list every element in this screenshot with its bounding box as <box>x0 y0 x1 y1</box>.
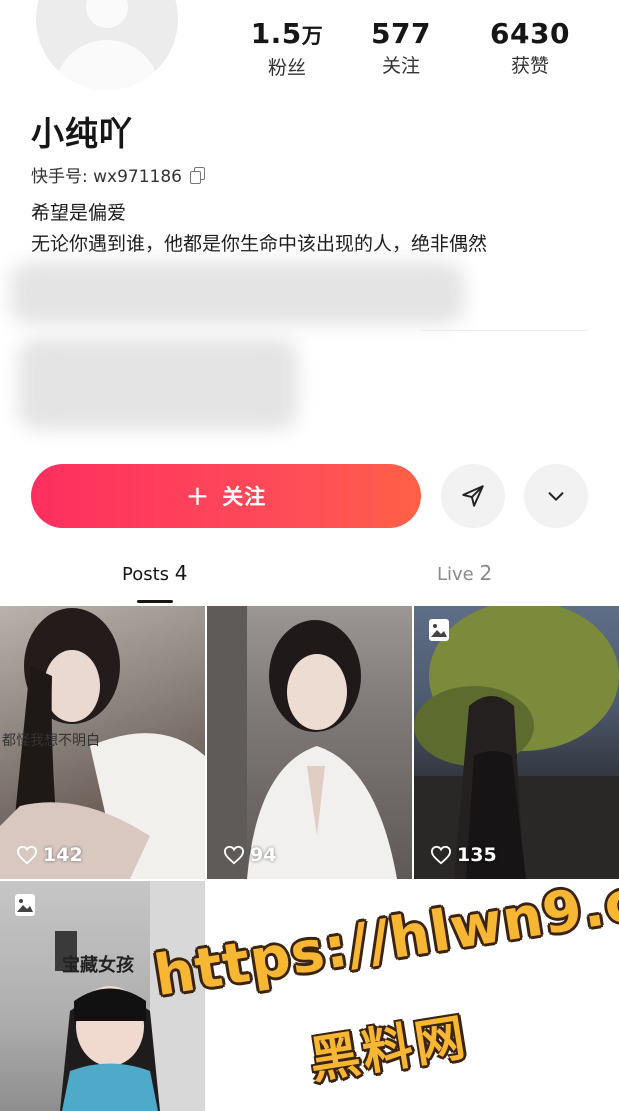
chevron-down-icon <box>548 492 564 501</box>
heart-icon <box>430 845 452 865</box>
post-4-overlay-text: 宝藏女孩 <box>62 955 134 976</box>
post-2-likes: 94 <box>223 844 276 866</box>
post-thumbnail-1[interactable]: 都怪我想不明白 142 <box>0 606 205 879</box>
send-icon <box>462 485 484 507</box>
watermark-text: 黑料网 <box>305 1007 472 1091</box>
kuaishou-id: 快手号: wx971186 <box>31 167 182 187</box>
tab-posts-label: Posts <box>122 564 170 585</box>
album-icon <box>429 619 449 641</box>
likes-count: 6430 <box>490 17 570 50</box>
tab-live[interactable]: Live 2 <box>437 561 492 585</box>
active-tab-indicator <box>137 600 173 603</box>
followers-label: 粉丝 <box>267 57 306 79</box>
followers-stat[interactable]: 1.5万 粉丝 <box>232 16 342 82</box>
divider <box>420 330 588 331</box>
avatar-placeholder-body <box>54 40 160 90</box>
album-icon <box>15 894 35 916</box>
following-count: 577 <box>371 17 431 50</box>
follow-button[interactable]: + 关注 <box>31 464 421 528</box>
tab-live-count: 2 <box>479 561 493 585</box>
bio-line-1: 希望是偏爱 <box>31 202 127 224</box>
bio-line-2: 无论你遇到谁，他都是你生命中该出现的人，绝非偶然 <box>31 233 488 255</box>
following-label: 关注 <box>381 55 420 77</box>
post-3-image <box>414 606 619 879</box>
heart-icon <box>16 845 38 865</box>
plus-icon: + <box>185 479 211 512</box>
tab-live-label: Live <box>437 564 474 585</box>
post-1-likes: 142 <box>16 844 83 866</box>
follow-button-label: 关注 <box>222 485 267 509</box>
kuaishou-id-row: 快手号: wx971186 <box>31 162 205 187</box>
likes-label: 获赞 <box>510 55 549 77</box>
post-2-image <box>207 606 397 879</box>
post-3-likes: 135 <box>430 844 497 866</box>
post-thumbnail-2[interactable]: 94 <box>207 606 412 879</box>
profile-nickname: 小纯吖 <box>31 114 133 153</box>
redacted-area-2 <box>18 338 298 430</box>
heart-icon <box>223 845 245 865</box>
redacted-area <box>10 262 465 324</box>
likes-stat[interactable]: 6430 获赞 <box>475 16 585 80</box>
post-1-overlay-text: 都怪我想不明白 <box>2 733 100 749</box>
following-stat[interactable]: 577 关注 <box>346 16 456 80</box>
profile-bio: 希望是偏爱 无论你遇到谁，他都是你生命中该出现的人，绝非偶然 <box>31 198 487 260</box>
tab-posts-count: 4 <box>174 561 188 585</box>
share-button[interactable] <box>441 464 505 528</box>
post-thumbnail-3[interactable]: 135 <box>414 606 619 879</box>
avatar-placeholder-head <box>86 0 128 28</box>
copy-icon[interactable] <box>190 167 205 184</box>
avatar[interactable] <box>36 0 178 90</box>
followers-count: 1.5万 <box>250 17 324 50</box>
tab-posts[interactable]: Posts 4 <box>122 561 188 585</box>
more-button[interactable] <box>524 464 588 528</box>
